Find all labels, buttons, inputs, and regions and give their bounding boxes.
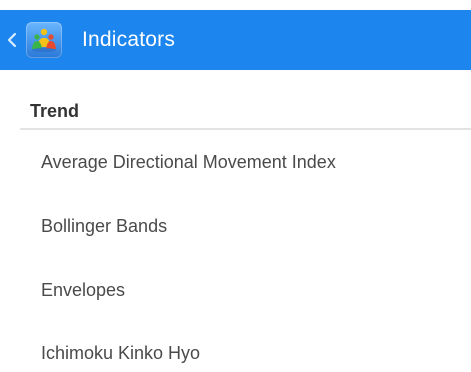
screen: Indicators Trend Average Directional Mov… xyxy=(0,0,471,372)
page-title: Indicators xyxy=(82,28,176,51)
metatrader-logo-icon[interactable] xyxy=(26,22,62,58)
back-button[interactable] xyxy=(0,10,24,70)
chevron-left-icon xyxy=(7,32,17,48)
list-item-envelopes[interactable]: Envelopes xyxy=(41,280,125,301)
list-item-bollinger-bands[interactable]: Bollinger Bands xyxy=(41,216,167,237)
status-bar xyxy=(0,0,471,10)
section-header-trend: Trend xyxy=(30,101,80,121)
app-bar: Indicators xyxy=(0,10,471,70)
list-item-ichimoku-kinko-hyo[interactable]: Ichimoku Kinko Hyo xyxy=(41,343,200,364)
section-divider xyxy=(20,128,471,130)
list-item-average-directional-movement-index[interactable]: Average Directional Movement Index xyxy=(41,152,336,173)
